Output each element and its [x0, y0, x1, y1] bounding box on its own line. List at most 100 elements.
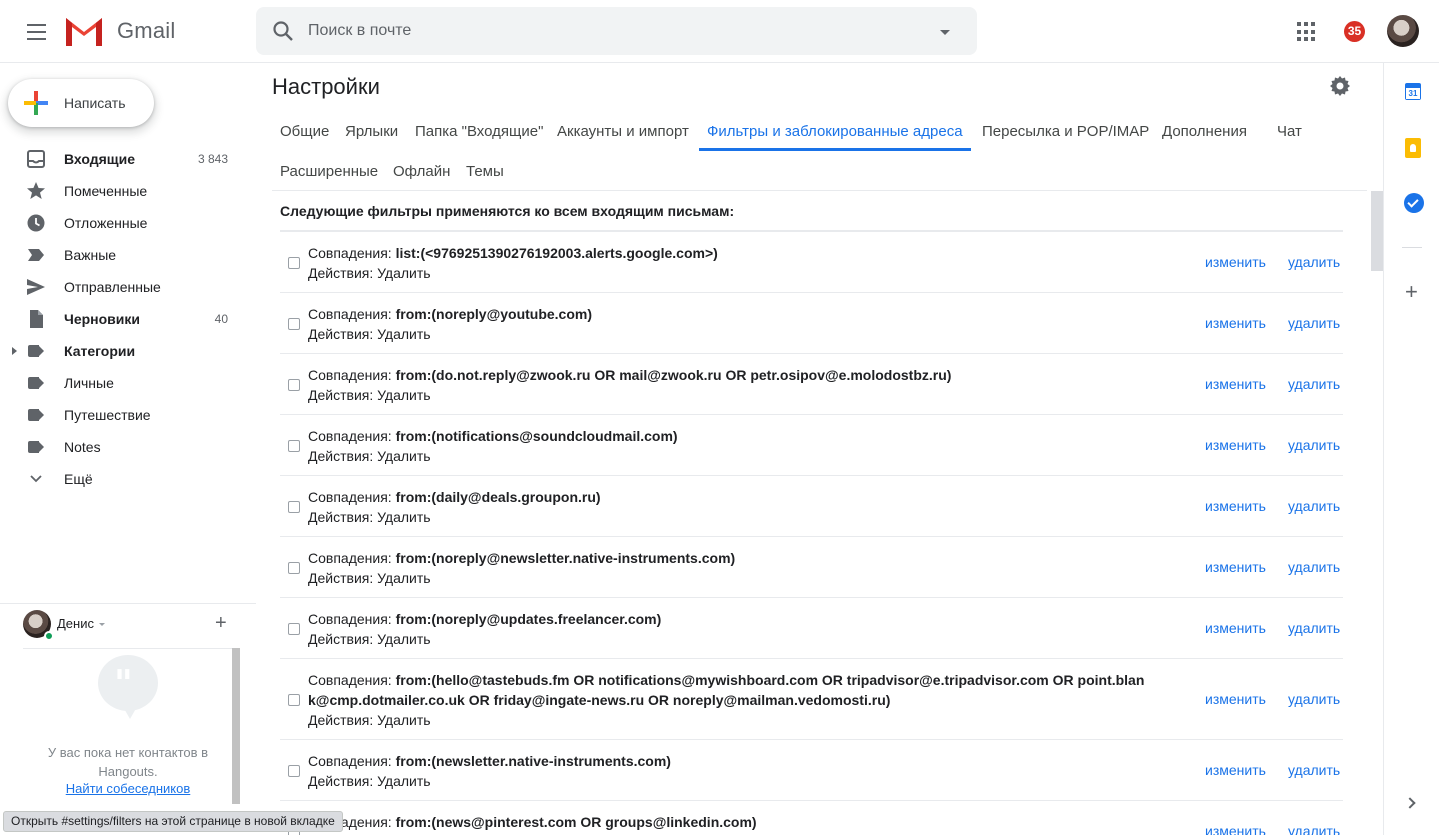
edit-filter-link[interactable]: изменить — [1205, 437, 1266, 453]
sidebar-item-important[interactable]: Важные — [0, 239, 256, 271]
match-label: Совпадения: — [308, 489, 396, 505]
edit-filter-link[interactable]: изменить — [1205, 620, 1266, 636]
link-status-bar: Открыть #settings/filters на этой страни… — [3, 811, 343, 832]
tab-labels[interactable]: Ярлыки — [337, 111, 406, 151]
filter-row: Совпадения: from:(newsletter.native-inst… — [280, 740, 1343, 801]
notifications-badge[interactable]: 35 — [1344, 21, 1365, 42]
draft-count: 40 — [214, 312, 228, 326]
filter-action: Действия: Удалить — [308, 326, 431, 342]
apps-grid-icon[interactable] — [1297, 22, 1317, 42]
sidebar-item-label: Помеченные — [64, 183, 148, 199]
filter-checkbox[interactable] — [288, 765, 300, 777]
account-avatar[interactable] — [1387, 15, 1419, 47]
tab-filters[interactable]: Фильтры и заблокированные адреса — [699, 111, 971, 151]
delete-filter-link[interactable]: удалить — [1288, 376, 1340, 392]
search-icon[interactable] — [272, 20, 294, 42]
sidebar-item-inbox[interactable]: Входящие 3 843 — [0, 143, 256, 175]
draft-icon — [30, 310, 43, 328]
match-label: Совпадения: — [308, 672, 396, 688]
edit-filter-link[interactable]: изменить — [1205, 376, 1266, 392]
filter-criteria-line: Совпадения: from:(hello@tastebuds.fm OR … — [308, 670, 1158, 710]
tab-forwarding[interactable]: Пересылка и POP/IMAP — [974, 111, 1157, 151]
edit-filter-link[interactable]: изменить — [1205, 559, 1266, 575]
tab-inbox[interactable]: Папка "Входящие" — [407, 111, 551, 151]
filter-checkbox[interactable] — [288, 379, 300, 391]
calendar-icon[interactable]: 31 — [1405, 83, 1421, 100]
edit-filter-link[interactable]: изменить — [1205, 691, 1266, 707]
tab-offline[interactable]: Офлайн — [385, 151, 458, 191]
filter-criteria-line: Совпадения: from:(noreply@newsletter.nat… — [308, 548, 1158, 568]
delete-filter-link[interactable]: удалить — [1288, 762, 1340, 778]
tab-addons[interactable]: Дополнения — [1154, 111, 1255, 151]
tab-general[interactable]: Общие — [272, 111, 337, 151]
tab-accounts[interactable]: Аккаунты и импорт — [549, 111, 697, 151]
send-icon — [27, 279, 45, 295]
delete-filter-link[interactable]: удалить — [1288, 315, 1340, 331]
sidebar-item-travel[interactable]: Путешествие — [0, 399, 256, 431]
sidebar-item-label: Черновики — [64, 311, 141, 327]
side-panel-divider — [1402, 247, 1422, 248]
edit-filter-link[interactable]: изменить — [1205, 254, 1266, 270]
filter-description: Совпадения: from:(notifications@soundclo… — [308, 426, 1158, 466]
search-input[interactable] — [308, 7, 908, 55]
settings-main: Настройки Общие Ярлыки Папка "Входящие" … — [256, 63, 1383, 835]
filter-description: Совпадения: from:(do.not.reply@zwook.ru … — [308, 365, 1158, 405]
quote-mark-icon: " — [114, 663, 133, 705]
filter-criteria: from:(do.not.reply@zwook.ru OR mail@zwoo… — [395, 367, 952, 383]
sidebar-item-notes[interactable]: Notes — [0, 431, 256, 463]
filter-criteria: from:(noreply@updates.freelancer.com) — [395, 611, 662, 627]
hangouts-scrollbar[interactable] — [232, 648, 240, 804]
sidebar-item-personal[interactable]: Личные — [0, 367, 256, 399]
chevron-right-icon[interactable] — [1404, 797, 1416, 809]
add-contact-icon[interactable]: + — [215, 612, 227, 635]
match-label: Совпадения: — [308, 428, 396, 444]
main-scrollbar[interactable] — [1371, 191, 1383, 271]
delete-filter-link[interactable]: удалить — [1288, 254, 1340, 270]
gmail-logo-icon[interactable] — [64, 14, 104, 48]
filter-checkbox[interactable] — [288, 440, 300, 452]
sidebar-item-sent[interactable]: Отправленные — [0, 271, 256, 303]
delete-filter-link[interactable]: удалить — [1288, 559, 1340, 575]
sidebar-item-more[interactable]: Ещё — [0, 463, 256, 495]
sidebar-item-drafts[interactable]: Черновики 40 — [0, 303, 256, 335]
delete-filter-link[interactable]: удалить — [1288, 620, 1340, 636]
chevron-down-icon — [30, 475, 42, 483]
tab-advanced[interactable]: Расширенные — [272, 151, 386, 191]
filter-checkbox[interactable] — [288, 694, 300, 706]
edit-filter-link[interactable]: изменить — [1205, 315, 1266, 331]
calendar-day: 31 — [1406, 88, 1420, 99]
filter-checkbox[interactable] — [288, 623, 300, 635]
delete-filter-link[interactable]: удалить — [1288, 437, 1340, 453]
filter-checkbox[interactable] — [288, 501, 300, 513]
keep-icon[interactable] — [1405, 138, 1421, 158]
filter-checkbox[interactable] — [288, 562, 300, 574]
get-addons-icon[interactable]: + — [1405, 279, 1418, 305]
tasks-icon[interactable] — [1404, 193, 1424, 213]
caret-down-icon[interactable] — [99, 623, 105, 626]
match-label: Совпадения: — [308, 550, 396, 566]
compose-button[interactable]: Написать — [8, 79, 154, 127]
delete-filter-link[interactable]: удалить — [1288, 691, 1340, 707]
sidebar-item-snoozed[interactable]: Отложенные — [0, 207, 256, 239]
find-contacts-link[interactable]: Найти собеседников — [23, 781, 233, 796]
expand-arrow-icon[interactable] — [12, 347, 17, 355]
search-options-dropdown-icon[interactable] — [940, 30, 950, 35]
tab-themes[interactable]: Темы — [458, 151, 512, 191]
edit-filter-link[interactable]: изменить — [1205, 498, 1266, 514]
edit-filter-link[interactable]: изменить — [1205, 823, 1266, 835]
gear-icon[interactable] — [1330, 76, 1350, 96]
edit-filter-link[interactable]: изменить — [1205, 762, 1266, 778]
search-bar[interactable] — [256, 7, 977, 55]
match-label: Совпадения: — [308, 306, 396, 322]
filter-action: Действия: Удалить — [308, 773, 431, 789]
delete-filter-link[interactable]: удалить — [1288, 823, 1340, 835]
main-menu-button[interactable] — [20, 16, 52, 48]
tab-chat[interactable]: Чат — [1269, 111, 1310, 151]
filter-checkbox[interactable] — [288, 318, 300, 330]
sidebar-item-categories[interactable]: Категории — [0, 335, 256, 367]
hangouts-user-name[interactable]: Денис — [57, 616, 94, 631]
sidebar-item-label: Категории — [64, 343, 136, 359]
sidebar-item-starred[interactable]: Помеченные — [0, 175, 256, 207]
filter-checkbox[interactable] — [288, 257, 300, 269]
delete-filter-link[interactable]: удалить — [1288, 498, 1340, 514]
